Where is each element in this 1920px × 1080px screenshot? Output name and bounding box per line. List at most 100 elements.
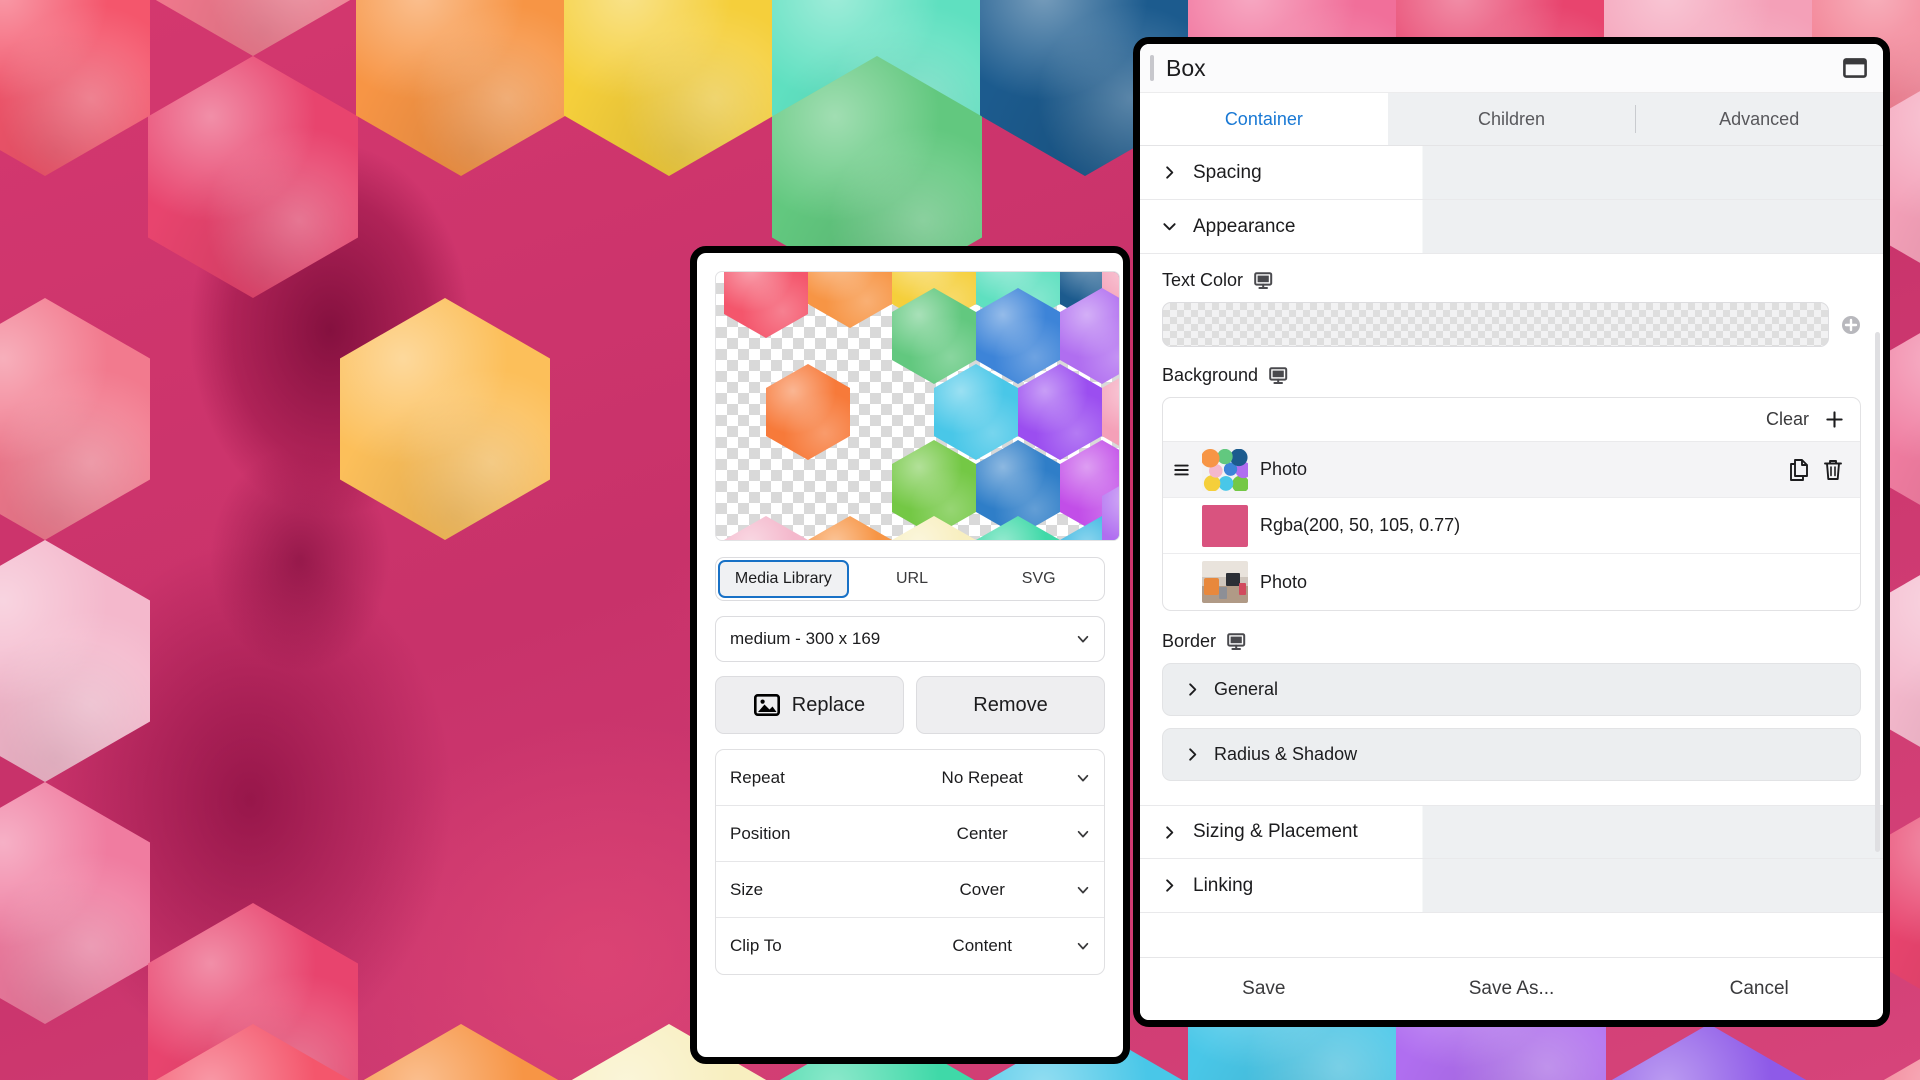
background-hexagon <box>356 1024 566 1080</box>
property-row-clip-to[interactable]: Clip To Content <box>716 918 1104 974</box>
text-color-label-row: Text Color <box>1162 270 1861 291</box>
background-label: Background <box>1162 365 1259 385</box>
cancel-button[interactable]: Cancel <box>1635 978 1883 1000</box>
preview-hexagon <box>976 516 1060 540</box>
border-subsection-radius-shadow-label: Radius & Shadow <box>1214 744 1358 764</box>
panel-scrollbar[interactable] <box>1875 332 1880 852</box>
image-icon <box>753 694 780 716</box>
preview-hexagon <box>808 272 892 328</box>
monitor-icon[interactable] <box>1254 271 1274 290</box>
property-label-repeat: Repeat <box>730 767 785 787</box>
property-value-clip-to: Content <box>952 936 1012 955</box>
replace-button-label: Replace <box>791 693 866 716</box>
panel-tabs: Container Children Advanced <box>1140 93 1883 146</box>
tab-svg[interactable]: SVG <box>975 560 1102 598</box>
border-subsection-general[interactable]: General <box>1162 663 1861 716</box>
chevron-right-icon <box>1166 166 1174 179</box>
panel-body: Spacing Appearance Text Color Background… <box>1140 146 1883 957</box>
chevron-right-icon <box>1189 683 1197 696</box>
background-layer-item[interactable]: Photo <box>1163 554 1860 610</box>
text-color-field-row <box>1162 302 1861 347</box>
preview-hexagon <box>808 516 892 540</box>
preview-hexagon <box>892 516 976 540</box>
plus-circle-icon[interactable] <box>1841 315 1861 335</box>
tab-media-library-label: Media Library <box>734 570 832 587</box>
image-size-select[interactable]: medium - 300 x 169 <box>715 616 1105 662</box>
section-spacing-label: Spacing <box>1193 161 1262 183</box>
window-restore-icon[interactable] <box>1843 58 1867 78</box>
border-subsection-general-label: General <box>1214 679 1279 699</box>
chevron-right-icon <box>1189 748 1197 761</box>
background-label-row: Background <box>1162 365 1861 386</box>
box-settings-panel: Box Container Children Advanced Spacing <box>1133 37 1890 1027</box>
background-hexagon <box>1876 1024 1920 1080</box>
replace-button[interactable]: Replace <box>715 676 904 734</box>
section-spacing[interactable]: Spacing <box>1140 146 1883 200</box>
tab-media-library[interactable]: Media Library <box>718 560 849 598</box>
chevron-down-icon <box>1077 886 1089 893</box>
panel-drag-grip[interactable] <box>1150 55 1154 81</box>
panel-titlebar[interactable]: Box <box>1140 44 1883 93</box>
monitor-icon[interactable] <box>1269 366 1289 385</box>
property-label-position: Position <box>730 823 791 843</box>
background-list-toolbar: Clear <box>1163 398 1860 442</box>
section-linking-label: Linking <box>1193 874 1254 896</box>
property-row-size[interactable]: Size Cover <box>716 862 1104 918</box>
background-layer-item[interactable]: Photo <box>1163 442 1860 498</box>
remove-button[interactable]: Remove <box>916 676 1105 734</box>
tab-children[interactable]: Children <box>1387 93 1636 145</box>
property-label-clip-to: Clip To <box>730 936 782 955</box>
background-hexagon <box>148 0 358 56</box>
save-button[interactable]: Save <box>1140 978 1388 1000</box>
trash-icon[interactable] <box>1822 458 1844 482</box>
border-subsection-radius-shadow[interactable]: Radius & Shadow <box>1162 728 1861 781</box>
section-appearance[interactable]: Appearance <box>1140 200 1883 254</box>
chevron-right-icon <box>1166 879 1174 892</box>
monitor-icon[interactable] <box>1227 632 1247 651</box>
background-layer-item[interactable]: Rgba(200, 50, 105, 0.77) <box>1163 498 1860 554</box>
section-sizing-placement[interactable]: Sizing & Placement <box>1140 805 1883 859</box>
chevron-down-icon <box>1077 830 1089 837</box>
text-color-label: Text Color <box>1162 270 1244 290</box>
preview-hexagon <box>1018 364 1102 460</box>
preview-hexagon <box>766 364 850 460</box>
section-sizing-placement-label: Sizing & Placement <box>1193 821 1358 842</box>
preview-hexagon <box>934 364 1018 460</box>
background-layers-list: Clear Photo Rgba(200, 50, 105, 0.77) Pho… <box>1162 397 1861 611</box>
layer-thumbnail-hexagon-pattern <box>1202 448 1248 491</box>
chevron-down-icon <box>1077 774 1089 781</box>
background-hexagon <box>356 0 566 176</box>
layer-thumbnail-color <box>1202 504 1248 547</box>
property-label-size: Size <box>730 879 764 899</box>
background-hexagon <box>564 0 774 176</box>
layer-name: Photo <box>1260 459 1308 479</box>
text-color-swatch[interactable] <box>1162 302 1829 347</box>
media-action-buttons: Replace Remove <box>715 676 1105 734</box>
tab-advanced[interactable]: Advanced <box>1635 93 1883 145</box>
remove-button-label: Remove <box>973 693 1048 716</box>
preview-hexagon <box>724 272 808 338</box>
save-as-button[interactable]: Save As... <box>1388 978 1636 1000</box>
drag-handle-icon[interactable] <box>1173 462 1190 478</box>
image-size-value: medium - 300 x 169 <box>730 629 881 648</box>
chevron-down-icon <box>1077 635 1089 643</box>
property-value-size: Cover <box>959 879 1005 899</box>
background-hexagon <box>148 56 358 298</box>
tab-svg-label: SVG <box>1021 570 1056 587</box>
tab-url-label: URL <box>896 570 929 587</box>
tab-container[interactable]: Container <box>1140 93 1388 145</box>
chevron-down-icon <box>1163 223 1176 231</box>
property-row-repeat[interactable]: Repeat No Repeat <box>716 750 1104 806</box>
panel-footer: Save Save As... Cancel <box>1140 957 1883 1020</box>
section-linking[interactable]: Linking <box>1140 859 1883 913</box>
media-preview-image[interactable] <box>715 271 1120 541</box>
plus-icon[interactable] <box>1825 410 1844 429</box>
background-hexagon <box>0 782 150 1024</box>
clear-backgrounds-button[interactable]: Clear <box>1766 409 1809 430</box>
tab-url[interactable]: URL <box>849 560 976 598</box>
media-settings-dialog: Media Library URL SVG medium - 300 x 169… <box>690 246 1130 1064</box>
media-source-tabs: Media Library URL SVG <box>715 557 1105 601</box>
property-row-position[interactable]: Position Center <box>716 806 1104 862</box>
layer-name: Photo <box>1260 571 1308 592</box>
copy-icon[interactable] <box>1788 458 1810 482</box>
